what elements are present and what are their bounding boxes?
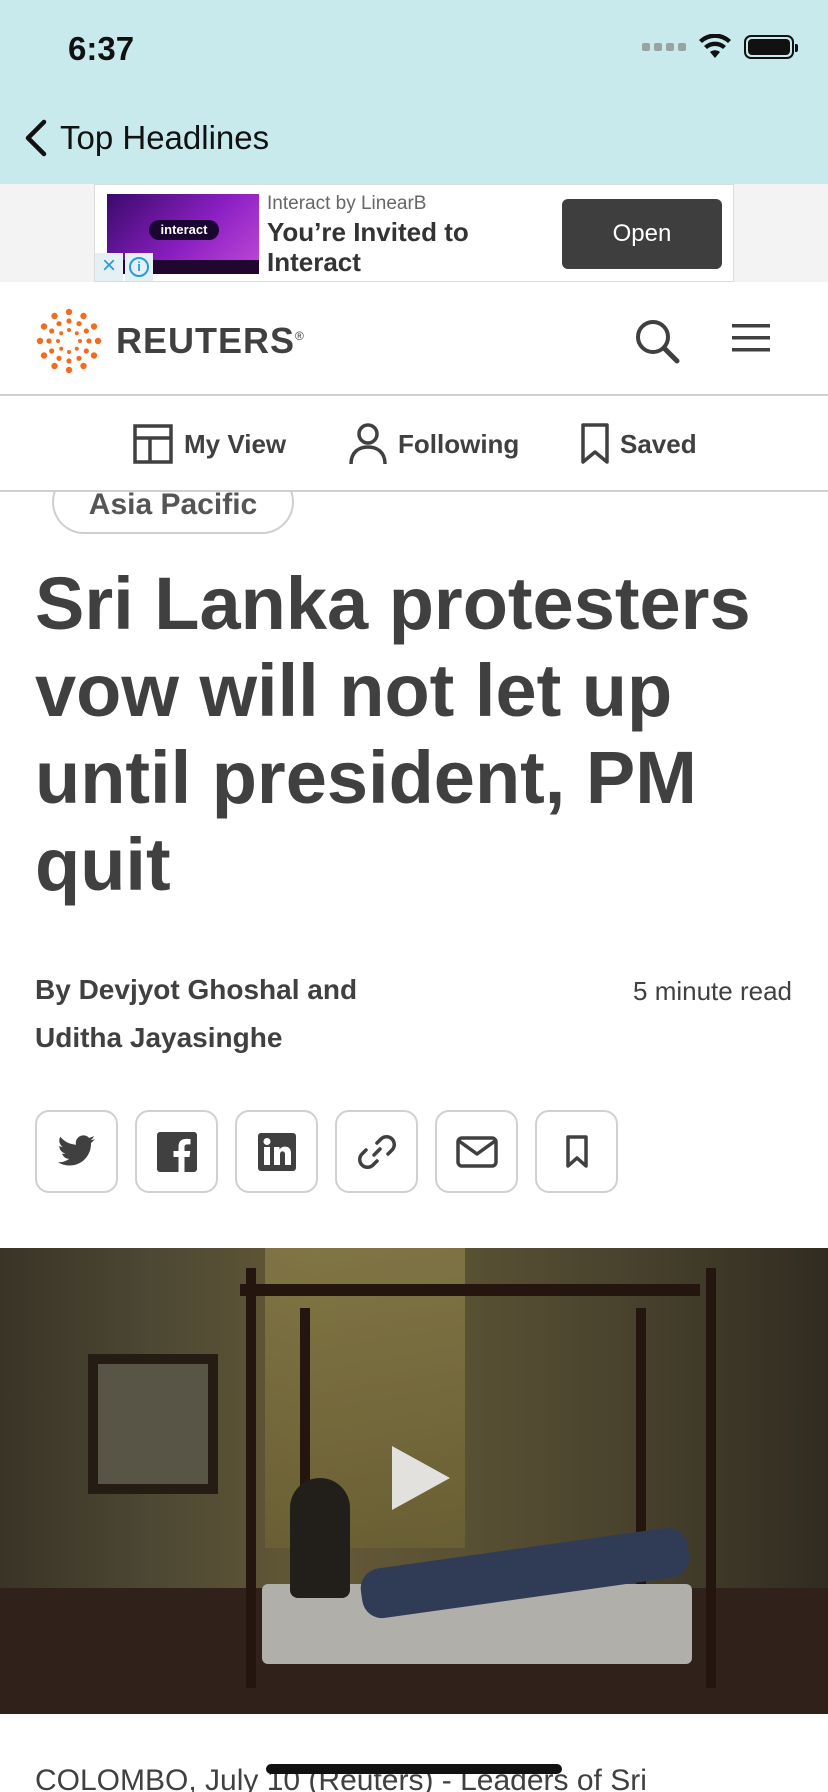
play-icon[interactable] bbox=[392, 1446, 450, 1510]
ad-info-icon[interactable]: i bbox=[125, 253, 153, 281]
linkedin-icon bbox=[257, 1132, 296, 1171]
home-indicator[interactable] bbox=[266, 1764, 562, 1774]
ad-sponsor: Interact by LinearB bbox=[267, 193, 427, 214]
status-icons bbox=[642, 34, 798, 60]
status-time: 6:37 bbox=[68, 30, 135, 67]
twitter-icon bbox=[57, 1134, 95, 1165]
read-time: 5 minute read bbox=[633, 976, 792, 1006]
layout-icon bbox=[133, 424, 173, 464]
subnav-following[interactable]: Following bbox=[348, 396, 519, 492]
person-icon bbox=[349, 423, 387, 465]
chevron-left-icon bbox=[25, 119, 47, 157]
cellular-signal-icon bbox=[642, 43, 686, 51]
subnav-saved[interactable]: Saved bbox=[580, 396, 697, 492]
subnav: My View Following Saved bbox=[0, 396, 828, 492]
bookmark-icon bbox=[565, 1134, 588, 1168]
reuters-logo-icon bbox=[36, 308, 102, 374]
ad-banner: interact × i Interact by LinearB You’re … bbox=[0, 184, 828, 282]
section-tag-label: Asia Pacific bbox=[88, 488, 258, 521]
share-facebook-button[interactable] bbox=[135, 1110, 218, 1193]
save-article-button[interactable] bbox=[535, 1110, 618, 1193]
brand-name: REUTERS® bbox=[116, 320, 305, 361]
battery-icon bbox=[744, 35, 798, 59]
article-byline[interactable]: By Devjyot Ghoshal and Uditha Jayasinghe bbox=[35, 966, 415, 1062]
wifi-icon bbox=[699, 34, 731, 58]
back-label: Top Headlines bbox=[60, 119, 270, 156]
share-linkedin-button[interactable] bbox=[235, 1110, 318, 1193]
subnav-saved-label: Saved bbox=[620, 428, 697, 459]
share-link-button[interactable] bbox=[335, 1110, 418, 1193]
subnav-my-view[interactable]: My View bbox=[132, 396, 286, 492]
menu-button[interactable] bbox=[730, 322, 772, 359]
subnav-my-view-label: My View bbox=[184, 428, 287, 459]
share-email-button[interactable] bbox=[435, 1110, 518, 1193]
search-icon bbox=[636, 320, 680, 364]
ad-close-icon[interactable]: × bbox=[95, 253, 123, 281]
subnav-following-label: Following bbox=[398, 428, 520, 459]
article-headline: Sri Lanka protesters vow will not let up… bbox=[35, 562, 751, 906]
ad-container[interactable]: interact × i Interact by LinearB You’re … bbox=[94, 184, 734, 282]
site-header: REUTERS® bbox=[0, 282, 828, 396]
reuters-logo[interactable]: REUTERS® bbox=[36, 308, 305, 374]
mail-icon bbox=[455, 1135, 498, 1168]
link-icon bbox=[357, 1134, 396, 1169]
share-twitter-button[interactable] bbox=[35, 1110, 118, 1193]
hamburger-menu-icon bbox=[732, 324, 770, 352]
back-button[interactable]: Top Headlines bbox=[22, 118, 269, 158]
ad-image-logo: interact bbox=[149, 220, 219, 240]
facebook-icon bbox=[156, 1131, 197, 1172]
article-video[interactable] bbox=[0, 1248, 828, 1714]
share-row bbox=[35, 1110, 618, 1193]
search-button[interactable] bbox=[634, 318, 680, 369]
ad-headline[interactable]: You’re Invited to Interact bbox=[267, 217, 507, 277]
ad-open-button[interactable]: Open bbox=[562, 199, 722, 269]
bookmark-icon bbox=[581, 423, 609, 464]
top-bar: 6:37 Top Headlines bbox=[0, 0, 828, 184]
